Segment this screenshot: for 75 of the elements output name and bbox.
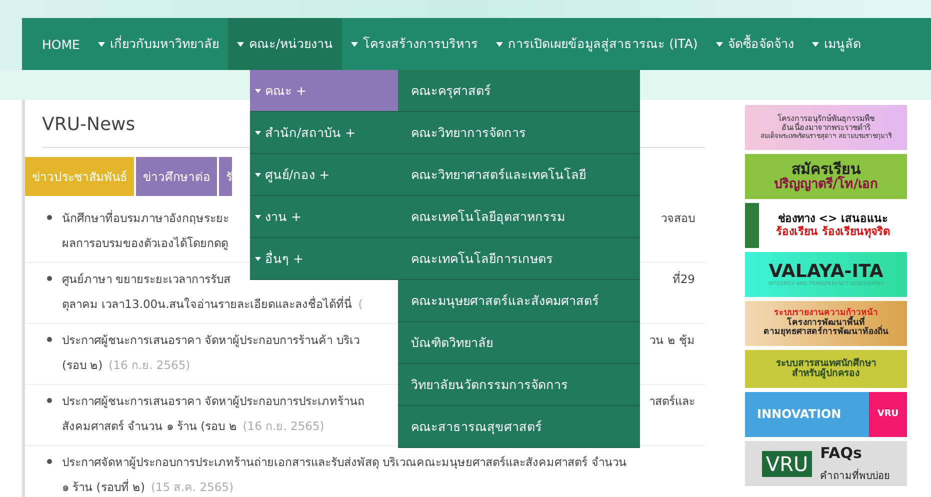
menu-item[interactable]: สำนัก/สถาบัน + [250, 112, 398, 154]
banner-text: ช่องทาง <> เสนอแนะ [778, 213, 888, 226]
news-link[interactable]: สังคมศาสตร์ จำนวน ๑ ร้าน (รอบ ๒ [62, 418, 237, 434]
caret-icon [255, 130, 261, 134]
bullet-icon [47, 459, 52, 464]
nav-link[interactable]: คณะ/หน่วยงาน [228, 18, 342, 70]
caret-icon [496, 42, 504, 46]
menu-item[interactable]: คณะครุศาสตร์ [398, 70, 640, 112]
news-date: (16 ก.ย. 2565) [108, 356, 190, 372]
news-date: ( [358, 296, 363, 312]
menu-item[interactable]: คณะ + [250, 70, 398, 112]
banner-text: ระบบสารสนเทศนักศึกษา [776, 358, 876, 369]
banner-link[interactable]: ระบบสารสนเทศนักศึกษา สำหรับผู้ปกครอง [745, 350, 907, 388]
banner-link[interactable]: ระบบรายงานความก้าวหน้า โครงการพัฒนาพื้นที่ ตามยุทธศาสตร์การพัฒนาท้องถิ่น [745, 301, 907, 346]
news-link[interactable]: าสตร์และ [649, 392, 705, 408]
bullet-icon [47, 215, 52, 220]
news-link[interactable]: ประกาศผู้ชนะการเสนอราคา จัดหาผู้ประกอบการร้านค้า บริเว [62, 332, 360, 348]
banner-text: ปริญญาตรี/โท/เอก [774, 178, 878, 192]
menu-item[interactable]: คณะมนุษยศาสตร์และสังคมศาสตร์ [398, 280, 640, 322]
banner-text: FAQs [820, 445, 863, 462]
banner-text: โครงการอนุรักษ์พันธุกรรมพืช [778, 115, 874, 124]
news-link[interactable]: ประกาศจัดหาผู้ประกอบการประเภทร้านถ่ายเอกสารและรับส่งพัสดุ บริเวณคณะมนุษยศาสตร์และสังคมศาสตร์ จำนวน [62, 454, 626, 470]
nav-link[interactable]: เกี่ยวกับมหาวิทยาลัย [88, 18, 228, 70]
menu-item[interactable]: บัณฑิตวิทยาลัย [398, 322, 640, 364]
banner-link[interactable]: สมัครเรียน ปริญญาตรี/โท/เอก [745, 154, 907, 199]
banner-text: VALAYA-ITA [768, 262, 884, 282]
nav-link[interactable]: การเปิดเผยข้อมูลสู่สาธารณะ (ITA) [487, 18, 707, 70]
news-date: (16 ก.ย. 2565) [242, 418, 324, 434]
menu-item[interactable]: คณะวิทยาศาสตร์และเทคโนโลยี [398, 154, 640, 196]
section-title: VRU-News [42, 114, 136, 135]
news-link[interactable]: ๑ ร้าน (รอบที่ ๒) [62, 478, 145, 494]
news-link[interactable]: วน ๒ ชุ้ม [650, 332, 705, 348]
news-date: (15 ส.ค. 2565) [150, 478, 234, 494]
banner-text: VRU [762, 450, 812, 476]
news-tab[interactable]: รั [219, 157, 232, 196]
menu-item[interactable]: คณะเทคโนโลยีการเกษตร [398, 238, 640, 280]
banner-text: INNOVATION [757, 408, 842, 422]
caret-icon [98, 42, 105, 46]
news-link[interactable]: ตุลาคม เวลา13.00น.สนใจอ่านรายละเอียดและลงชื่อได้ที่นี่ [62, 296, 352, 312]
menu-item[interactable]: อื่นๆ + [250, 238, 398, 280]
caret-icon [351, 42, 358, 46]
nav-link[interactable]: โครงสร้างการบริหาร [342, 18, 488, 70]
news-link[interactable]: ที่29 [672, 270, 705, 286]
bullet-icon [47, 337, 52, 342]
bullet-icon [47, 276, 52, 281]
news-link[interactable]: ศูนย์ภาษา ขยายระยะเวลาการรับส [62, 270, 231, 286]
banner-text: ร้องเรียน ร้องเรียนทุจริต [776, 226, 890, 238]
nav-link[interactable]: เมนูลัด [802, 18, 870, 70]
nav-link[interactable]: จัดซื้อจัดจ้าง [706, 18, 803, 70]
news-link[interactable]: นักศึกษาที่อบรมภาษาอังกฤษระยะ [62, 210, 229, 226]
banner-text: VRU [869, 392, 907, 437]
caret-icon [255, 256, 261, 260]
banner-link[interactable]: INNOVATION VRU [745, 392, 907, 437]
menu-item[interactable]: งาน + [250, 196, 398, 238]
caret-icon [236, 42, 244, 46]
caret-icon [255, 214, 261, 218]
banner-text: คำถามที่พบบ่อย [820, 470, 890, 482]
menu-item[interactable]: คณะเทคโนโลยีอุตสาหกรรม [398, 196, 640, 238]
news-link[interactable]: (รอบ ๒) [62, 356, 103, 372]
menu-item[interactable]: คณะวิทยาการจัดการ [398, 112, 640, 154]
bullet-icon [47, 398, 52, 403]
banner-text: สำหรับผู้ปกครอง [792, 369, 860, 380]
caret-icon [812, 42, 819, 46]
caret-icon [716, 42, 723, 46]
nav-link[interactable]: HOME [22, 18, 89, 70]
menu-item[interactable]: ศูนย์/กอง + [250, 154, 398, 196]
news-link[interactable]: วจสอบ [661, 210, 705, 226]
menu-item[interactable]: คณะสาธารณสุขศาสตร์ [398, 406, 640, 448]
news-tab[interactable]: ข่าวศึกษาต่อ [136, 157, 217, 196]
news-link[interactable]: ประกาศผู้ชนะการเสนอราคา จัดหาผู้ประกอบการประเภทร้านถ [62, 392, 365, 408]
banner-text: อันเนื่องมาจากพระราชดำริ [782, 124, 870, 132]
news-link[interactable]: ผลการอบรมของตัวเองได้โดยกดดู [62, 234, 228, 250]
menu-item[interactable]: วิทยาลัยนวัตกรรมการจัดการ [398, 364, 640, 406]
caret-icon [255, 88, 261, 92]
caret-icon [255, 172, 261, 176]
